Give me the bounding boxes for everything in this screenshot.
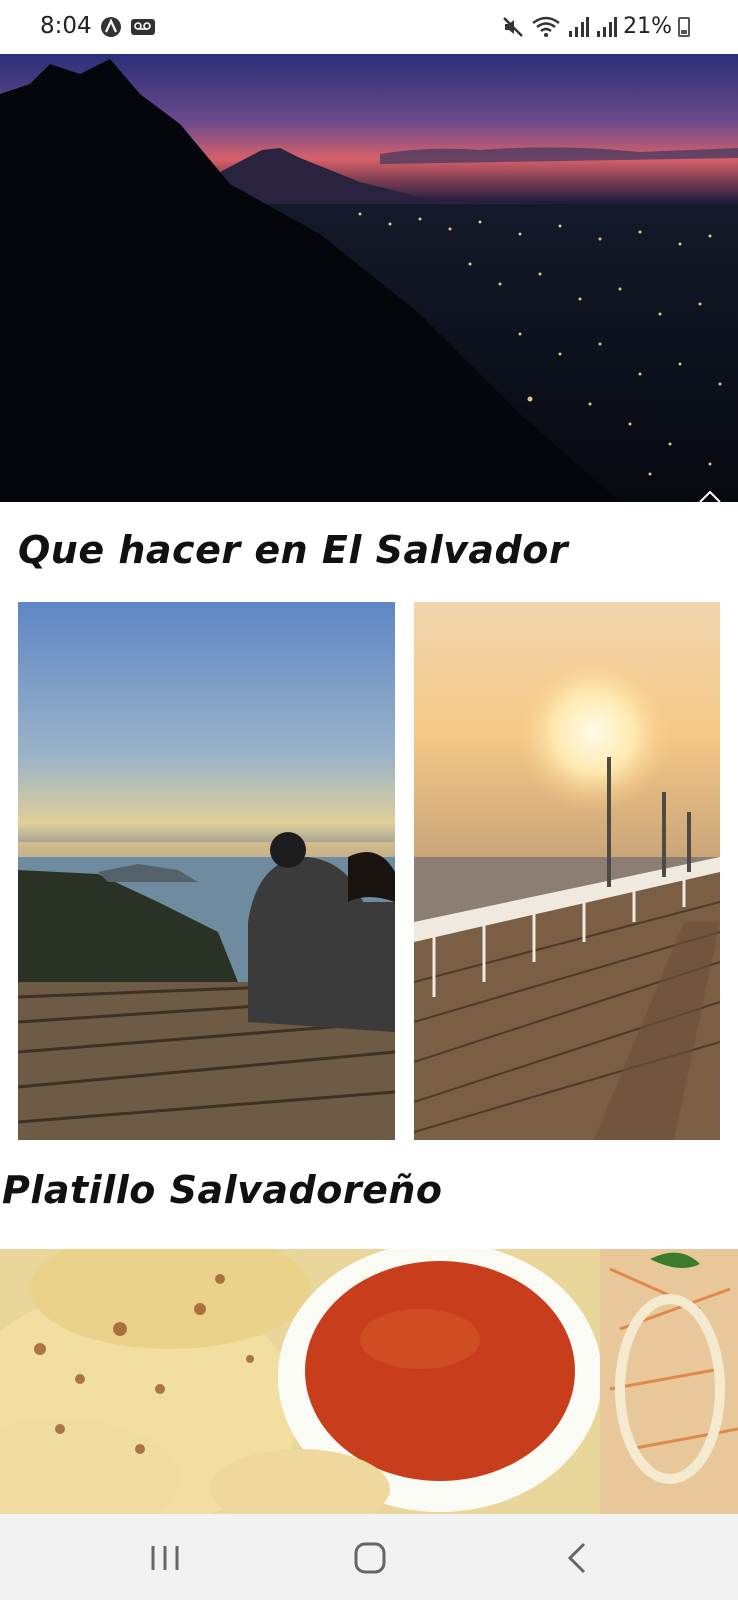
home-icon[interactable] (348, 1536, 392, 1580)
signal-icon (569, 16, 590, 37)
status-time: 8:04 (40, 13, 92, 39)
voicemail-icon (131, 19, 155, 35)
mute-icon (503, 16, 523, 37)
photo-pupusas[interactable] (0, 1249, 738, 1514)
back-icon[interactable] (556, 1536, 600, 1580)
navigation-bar (0, 1514, 738, 1600)
section-title-things-to-do: Que hacer en El Salvador (18, 528, 569, 572)
hero-image (0, 54, 738, 502)
battery-icon (678, 16, 690, 37)
wifi-icon (532, 16, 560, 37)
photo-pupusas-illustration (0, 1249, 738, 1514)
section-title-dish: Platillo Salvadoreño (2, 1168, 443, 1212)
signal-icon (597, 16, 618, 37)
hero-illustration (0, 54, 738, 502)
photo-couple-illustration (18, 602, 395, 1140)
recent-apps-icon[interactable] (143, 1536, 187, 1580)
photo-couple-viewpoint[interactable] (18, 602, 395, 1140)
app-a-icon (101, 17, 121, 37)
photo-pier-sunset[interactable] (414, 602, 720, 1140)
expand-icon[interactable] (696, 488, 724, 504)
photo-pier-illustration (414, 602, 720, 1140)
status-bar: 8:04 21% (0, 0, 738, 54)
battery-percent: 21% (623, 14, 672, 39)
